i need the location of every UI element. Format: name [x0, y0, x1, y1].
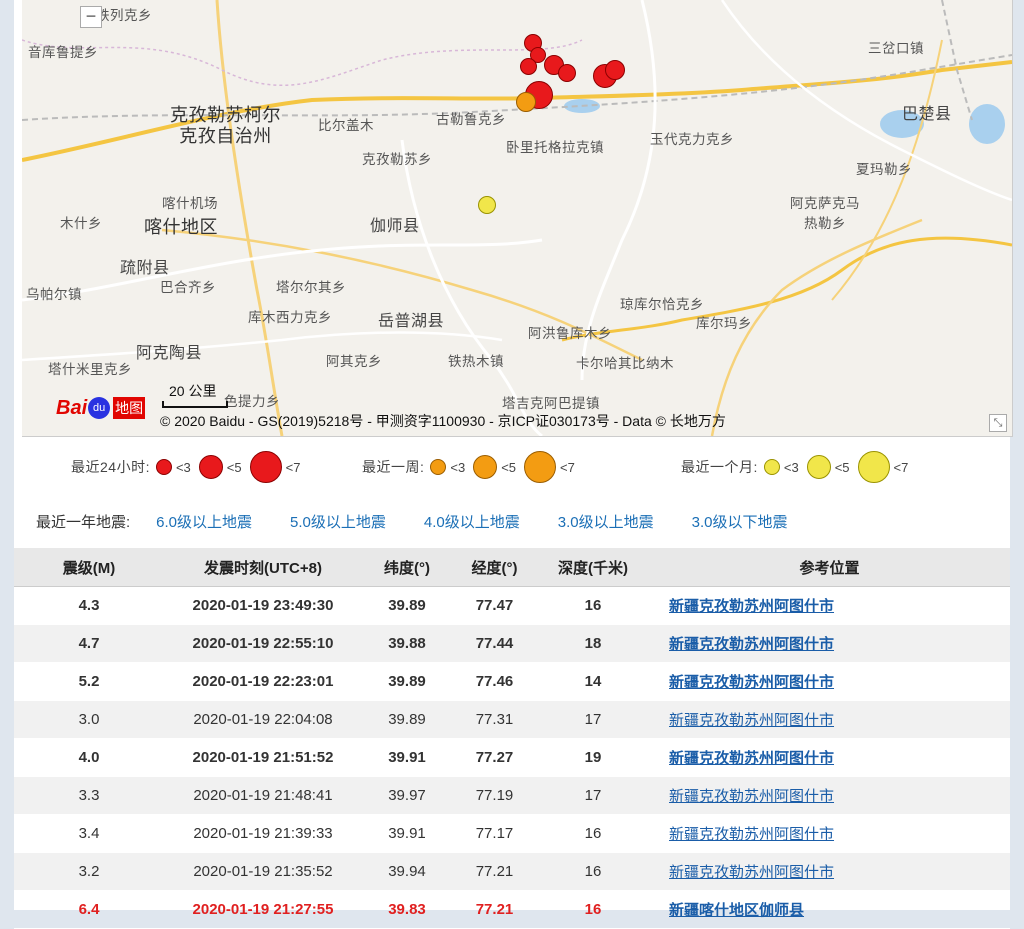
place-label: 阿克萨克马 热勒乡 [790, 196, 860, 231]
place-label: 阿洪鲁库木乡 [528, 326, 612, 341]
table-row: 3.2 2020-01-19 21:35:52 39.94 77.21 16 新疆克孜勒… [14, 852, 1010, 891]
place-label: 卧里托格拉克镇 [506, 140, 604, 155]
magnitude-legend: 最近24小时: <3 <5 <7 最近一周: <3 <5 <7 最近一个月: <… [14, 442, 1008, 492]
place-label: 克孜勒苏柯尔 克孜自治州 [170, 105, 281, 146]
earthquake-marker[interactable] [478, 196, 496, 214]
place-label: 卡尔哈其比纳木 [576, 356, 674, 371]
legend-group-week: 最近一周: <3 <5 <7 [362, 442, 583, 492]
place-label: 克孜勒苏乡 [362, 152, 432, 167]
lake [969, 104, 1005, 144]
earthquake-table: 震级(M) 发震时刻(UTC+8) 纬度(°) 经度(°) 深度(千米) 参考位… [14, 548, 1010, 929]
earthquake-marker[interactable] [520, 58, 537, 75]
location-link[interactable]: 新疆克孜勒苏州阿图什市 [669, 864, 834, 881]
table-header: 震级(M) 发震时刻(UTC+8) 纬度(°) 经度(°) 深度(千米) 参考位… [14, 548, 1010, 587]
place-label: 阿克陶县 [136, 345, 203, 362]
place-label: 三岔口镇 [868, 41, 924, 56]
legend-dot [249, 451, 282, 483]
legend-dot [763, 459, 780, 475]
place-label: 岳普湖县 [378, 313, 445, 330]
highway [561, 236, 1012, 342]
place-label: 乌帕尔镇 [26, 287, 82, 302]
paw-icon: du [88, 397, 111, 419]
legend-group-month: 最近一个月: <3 <5 <7 [681, 442, 916, 492]
col-time: 发震时刻(UTC+8) [164, 548, 362, 587]
col-location: 参考位置 [649, 548, 1010, 587]
location-link[interactable]: 新疆克孜勒苏州阿图什市 [669, 674, 834, 691]
legend-dot [806, 455, 831, 479]
col-magnitude: 震级(M) [14, 548, 164, 587]
scale-bar [162, 401, 228, 408]
filter-link-below3[interactable]: 3.0级以下地震 [692, 511, 788, 531]
place-label: 铁列克乡 [96, 8, 152, 23]
location-link[interactable]: 新疆克孜勒苏州阿图什市 [669, 788, 834, 805]
legend-dot [430, 459, 447, 475]
place-label: 伽师县 [370, 218, 420, 235]
table-row: 3.4 2020-01-19 21:39:33 39.91 77.17 16 新疆克孜勒… [14, 814, 1010, 853]
col-depth: 深度(千米) [537, 548, 649, 587]
road [22, 331, 503, 362]
place-label: 玉代克力克乡 [650, 132, 734, 147]
filter-link-6plus[interactable]: 6.0级以上地震 [156, 511, 252, 531]
location-link[interactable]: 新疆克孜勒苏州阿图什市 [669, 750, 834, 767]
location-link[interactable]: 新疆喀什地区伽师县 [669, 902, 804, 919]
place-label: 古勒鲁克乡 [436, 112, 506, 127]
boundary [22, 39, 583, 87]
place-label: 巴楚县 [902, 106, 952, 123]
place-label: 喀什地区 [144, 217, 218, 237]
place-label: 色提力乡 [224, 394, 280, 409]
filter-link-3plus[interactable]: 3.0级以上地震 [558, 511, 654, 531]
zoom-out-button[interactable]: − [80, 6, 102, 28]
map-scale: 20 公里 [162, 381, 228, 408]
baidu-logo[interactable]: Bai du 地图 [56, 391, 146, 425]
table-row: 4.3 2020-01-19 23:49:30 39.89 77.47 16 新疆克孜勒… [14, 586, 1010, 625]
filter-link-5plus[interactable]: 5.0级以上地震 [290, 511, 386, 531]
resize-icon[interactable]: ⤡ [989, 414, 1007, 432]
location-link[interactable]: 新疆克孜勒苏州阿图什市 [669, 598, 834, 615]
location-link[interactable]: 新疆克孜勒苏州阿图什市 [669, 712, 834, 729]
place-label: 巴合齐乡 [160, 280, 216, 295]
filter-label: 最近一年地震: [36, 514, 131, 531]
place-label: 阿其克乡 [326, 354, 382, 369]
earthquake-map[interactable]: 铁列克乡 音库鲁提乡 克孜勒苏柯尔 克孜自治州 比尔盖木 古勒鲁克乡 卧里托格拉克… [22, 0, 1013, 437]
place-label: 比尔盖木 [318, 118, 374, 133]
legend-group-24h: 最近24小时: <3 <5 <7 [71, 442, 308, 492]
place-label: 铁热木镇 [448, 354, 504, 369]
col-longitude: 经度(°) [452, 548, 537, 587]
earthquake-marker[interactable] [605, 60, 625, 80]
place-label: 木什乡 [60, 216, 102, 231]
filter-link-4plus[interactable]: 4.0级以上地震 [424, 511, 520, 531]
legend-dot [857, 451, 890, 483]
legend-dot [473, 455, 498, 479]
place-label: 喀什机场 [162, 196, 218, 211]
table-row: 5.2 2020-01-19 22:23:01 39.89 77.46 14 新疆克孜勒… [14, 662, 1010, 701]
year-filter-bar: 最近一年地震: 6.0级以上地震 5.0级以上地震 4.0级以上地震 3.0级以… [36, 511, 825, 531]
place-label: 塔什米里克乡 [48, 362, 132, 377]
place-label: 琼库尔恰克乡 [620, 297, 704, 312]
scale-label: 20 公里 [169, 383, 217, 399]
highway [215, 0, 284, 436]
legend-dot [198, 455, 223, 479]
place-label: 疏附县 [120, 260, 170, 277]
earthquake-marker[interactable] [516, 92, 536, 112]
place-label: 库尔玛乡 [696, 316, 752, 331]
table-row: 3.3 2020-01-19 21:48:41 39.97 77.19 17 新疆克孜勒… [14, 776, 1010, 815]
location-link[interactable]: 新疆克孜勒苏州阿图什市 [669, 636, 834, 653]
place-label: 塔吉克阿巴提镇 [502, 396, 600, 411]
earthquake-marker[interactable] [558, 64, 576, 82]
col-latitude: 纬度(°) [362, 548, 452, 587]
table-row: 4.7 2020-01-19 22:55:10 39.88 77.44 18 新疆克孜勒… [14, 624, 1010, 663]
map-copyright: © 2020 Baidu - GS(2019)5218号 - 甲测资字11009… [160, 413, 726, 429]
place-label: 塔尔尔其乡 [276, 280, 346, 295]
legend-dot [155, 459, 172, 475]
place-label: 夏玛勒乡 [856, 162, 912, 177]
place-label: 音库鲁提乡 [28, 45, 98, 60]
place-label: 库木西力克乡 [248, 310, 332, 325]
table-row: 4.0 2020-01-19 21:51:52 39.91 77.27 19 新疆克孜勒… [14, 738, 1010, 777]
table-row: 3.0 2020-01-19 22:04:08 39.89 77.31 17 新疆克孜勒… [14, 700, 1010, 739]
location-link[interactable]: 新疆克孜勒苏州阿图什市 [669, 826, 834, 843]
legend-dot [524, 451, 557, 483]
